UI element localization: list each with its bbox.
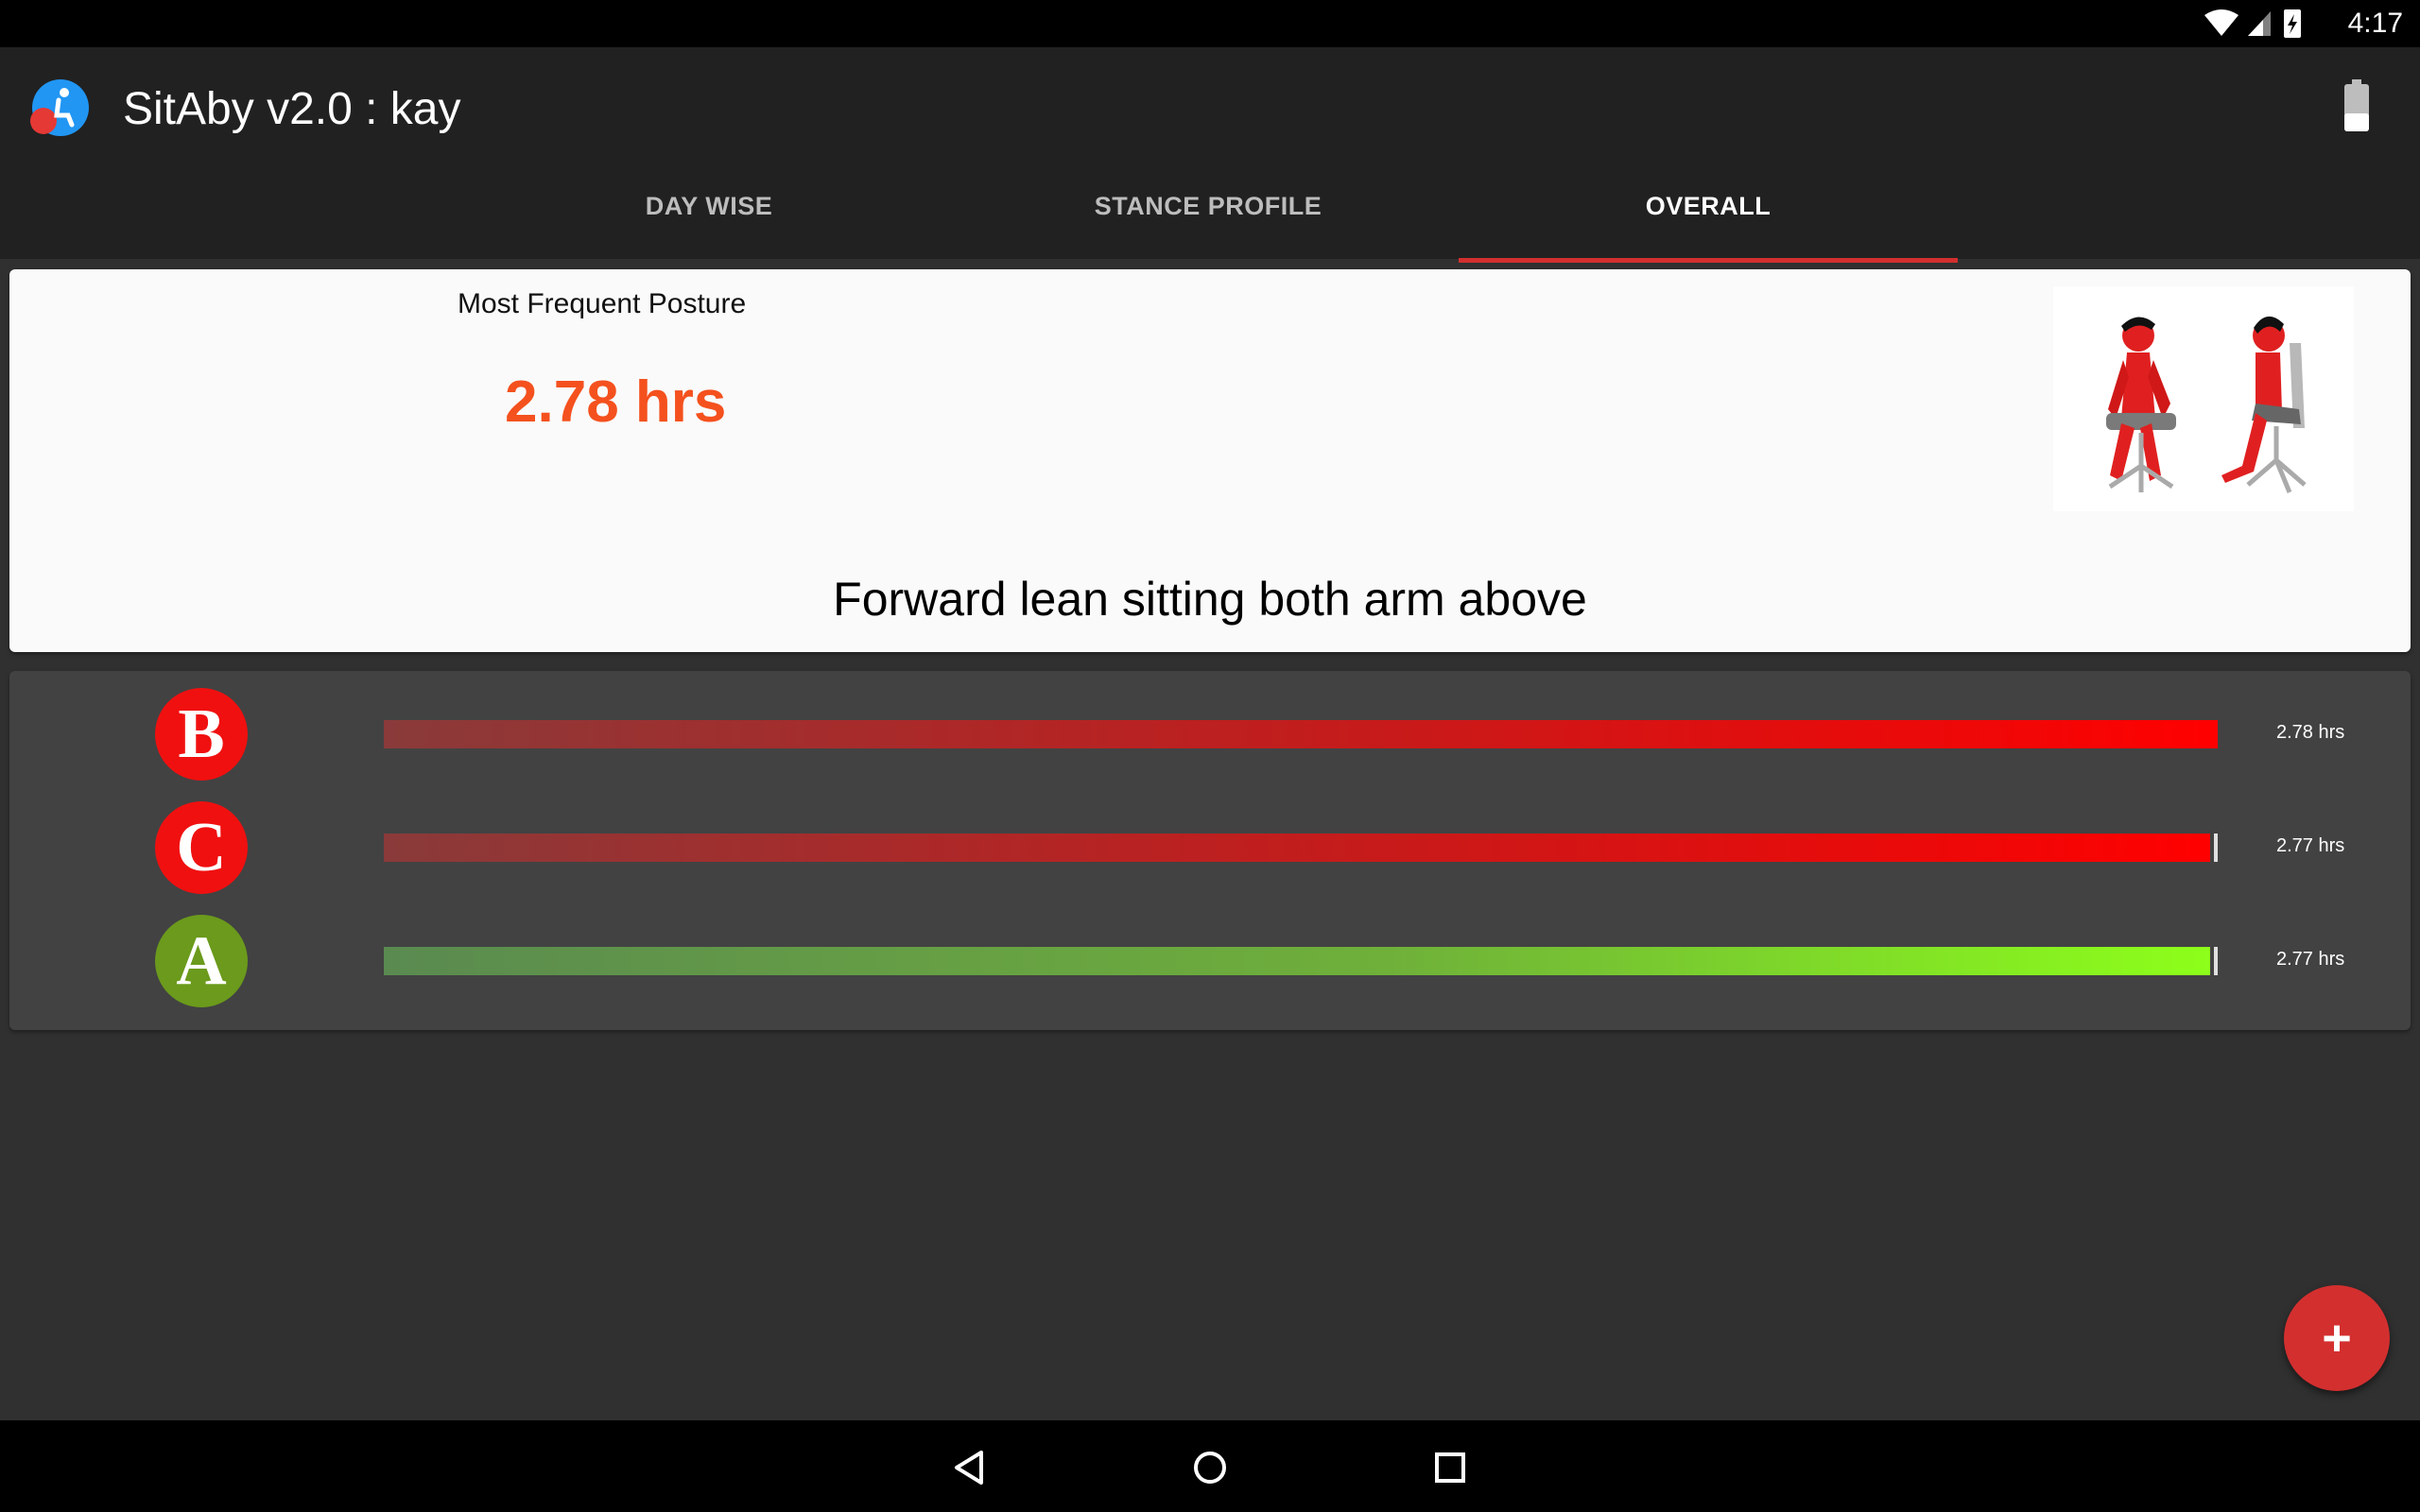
tab-stance-profile[interactable]: STANCE PROFILE — [959, 153, 1458, 259]
add-fab-button[interactable]: + — [2284, 1285, 2390, 1391]
battery-icon[interactable] — [2342, 79, 2371, 137]
bar-value-c: 2.77 hrs — [2276, 835, 2345, 856]
most-frequent-posture-card: Most Frequent Posture 2.78 hrs Forward l… — [9, 269, 2411, 652]
bar-fill-b — [384, 720, 2218, 748]
tab-label: DAY WISE — [645, 191, 773, 220]
sitting-figure-side — [2221, 316, 2307, 493]
badge-a: A — [155, 915, 248, 1007]
bar-track — [384, 720, 2218, 748]
plus-icon: + — [2322, 1310, 2352, 1366]
app-title: SitAby v2.0 : kay — [123, 84, 461, 134]
tab-bar: DAY WISE STANCE PROFILE OVERALL — [0, 153, 2420, 263]
tab-label: STANCE PROFILE — [1094, 191, 1322, 220]
wifi-icon — [2204, 9, 2238, 36]
bar-fill-c — [384, 833, 2211, 862]
bar-cap — [2214, 947, 2218, 975]
bar-row-b[interactable]: B 2.78 hrs — [9, 688, 2411, 782]
tab-overall[interactable]: OVERALL — [1459, 153, 1958, 263]
sitting-figure-front — [2106, 317, 2176, 492]
posture-bars-panel: B 2.78 hrs C 2.77 hrs A 2.77 hrs — [9, 671, 2411, 1030]
home-icon[interactable] — [1182, 1439, 1238, 1496]
tab-label: OVERALL — [1645, 191, 1772, 220]
bar-cap — [2214, 833, 2218, 862]
bar-value-b: 2.78 hrs — [2276, 722, 2345, 743]
back-icon[interactable] — [942, 1439, 998, 1496]
badge-c: C — [155, 801, 248, 894]
bar-value-a: 2.77 hrs — [2276, 949, 2345, 970]
tab-day-wise[interactable]: DAY WISE — [459, 153, 959, 259]
badge-b: B — [155, 688, 248, 781]
posture-name: Forward lean sitting both arm above — [833, 573, 1587, 626]
bar-track — [384, 947, 2218, 975]
posture-illustration — [2053, 286, 2354, 511]
status-bar: 4:17 — [0, 0, 2420, 47]
battery-charging-icon — [2284, 9, 2301, 38]
status-time: 4:17 — [2347, 8, 2403, 39]
app-bar: SitAby v2.0 : kay DAY WISE STANCE PROFIL… — [0, 47, 2420, 263]
bar-track — [384, 833, 2218, 862]
bar-row-a[interactable]: A 2.77 hrs — [9, 915, 2411, 1009]
posture-duration: 2.78 hrs — [505, 369, 727, 435]
signal-icon — [2248, 11, 2271, 36]
recents-icon[interactable] — [1422, 1439, 1478, 1496]
bar-fill-a — [384, 947, 2211, 975]
tab-indicator — [1459, 258, 1958, 263]
card-label: Most Frequent Posture — [458, 288, 747, 319]
bar-row-c[interactable]: C 2.77 hrs — [9, 801, 2411, 896]
app-logo-icon — [30, 77, 91, 138]
status-icons — [2203, 8, 2325, 44]
navigation-bar — [0, 1420, 2420, 1512]
